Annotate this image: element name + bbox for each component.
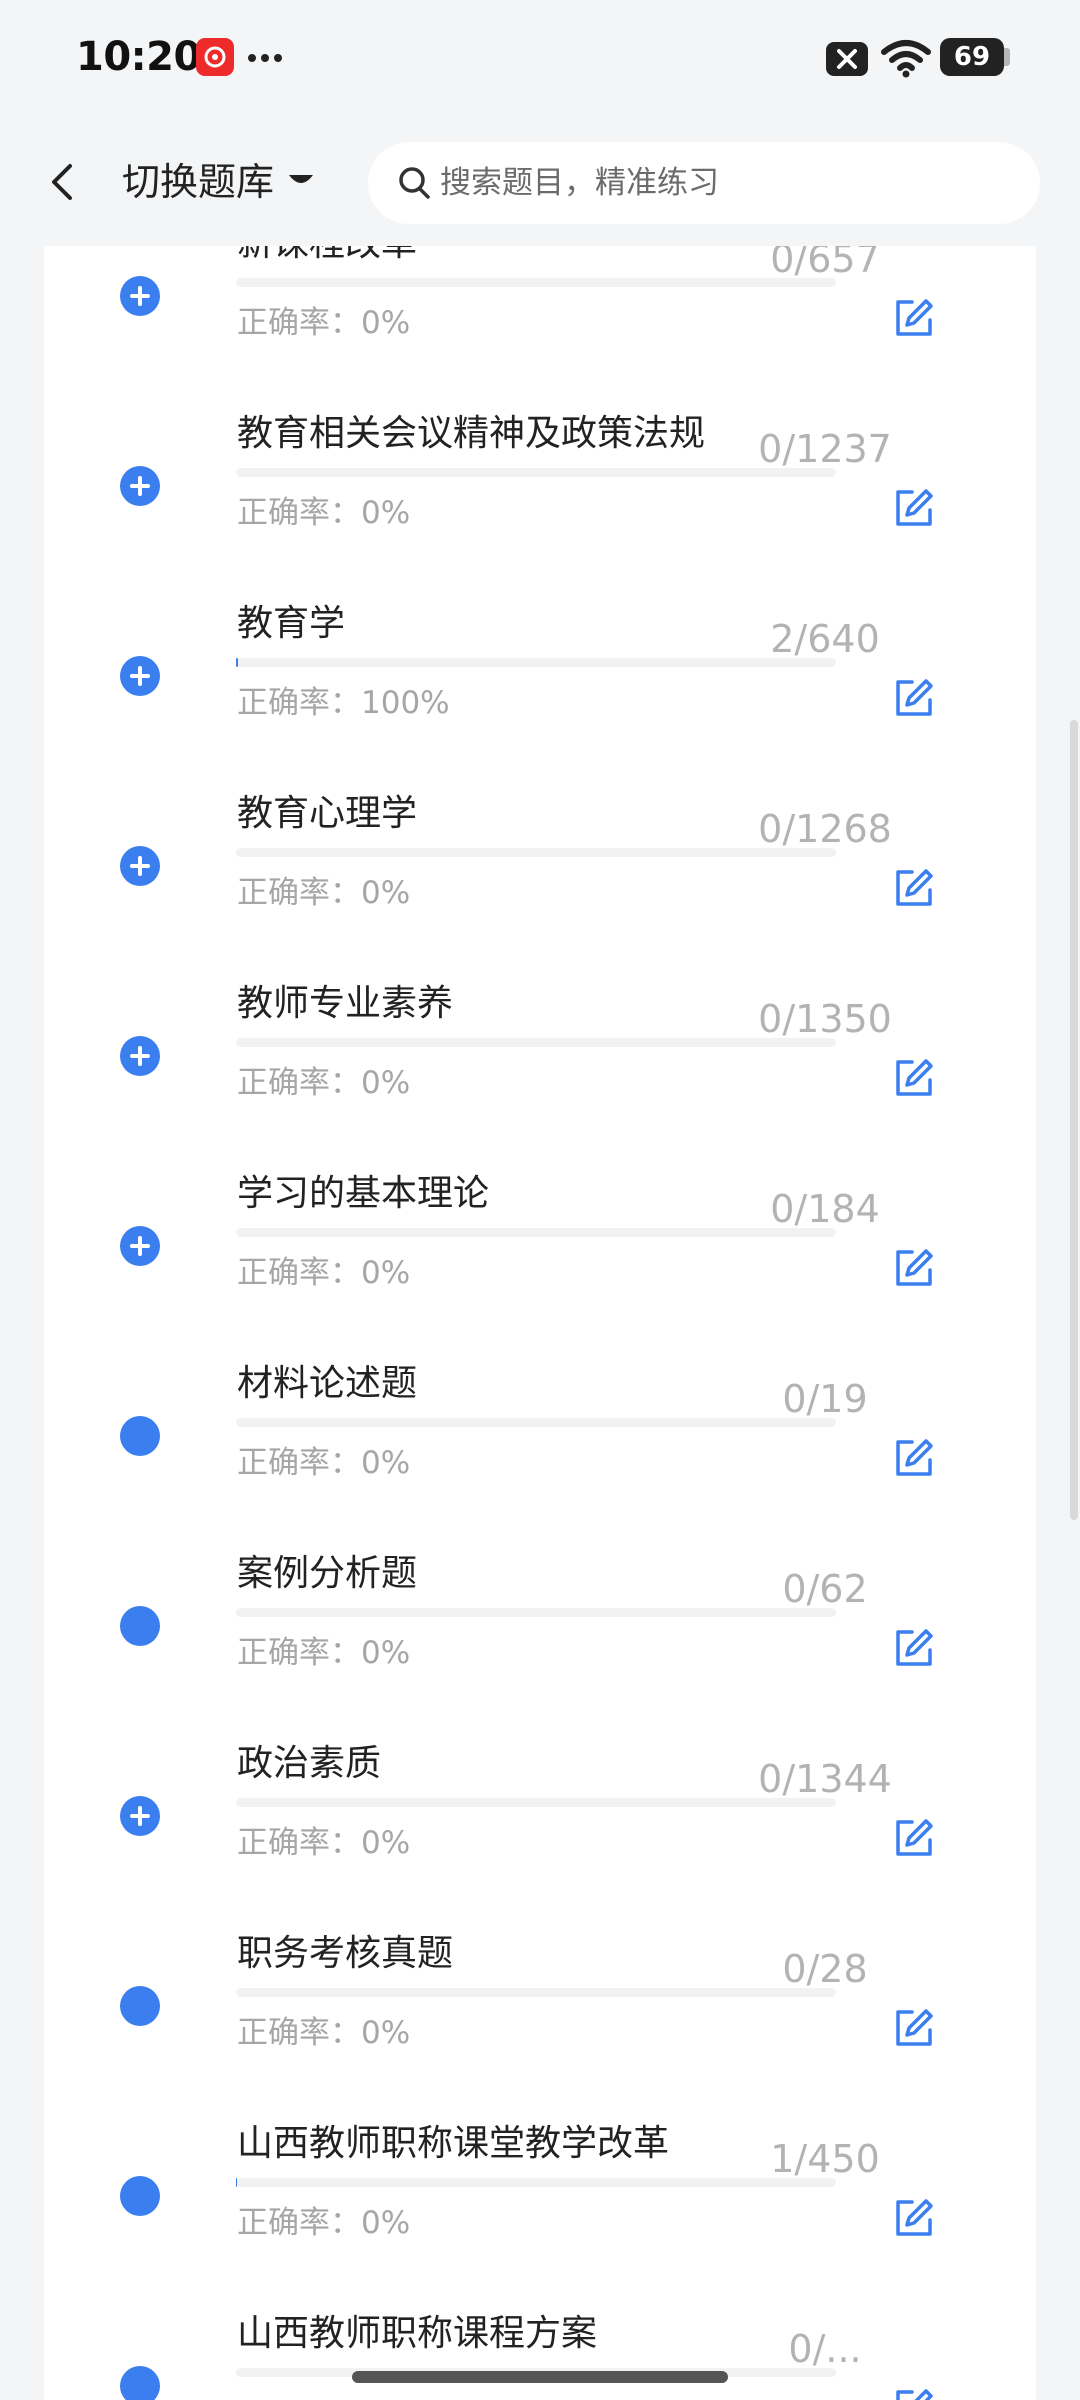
edit-practice-icon[interactable] xyxy=(892,2386,936,2400)
question-count: 0/1350 xyxy=(758,997,892,1041)
more-notifications-icon xyxy=(248,54,284,64)
item-title: 教师专业素养 xyxy=(237,983,454,1024)
status-bar: 10:20 69 xyxy=(0,0,1080,118)
question-count: 0/62 xyxy=(782,1567,868,1611)
dot-bullet-icon xyxy=(120,2176,160,2216)
expand-plus-icon[interactable] xyxy=(120,276,160,316)
accuracy-text: 正确率：100% xyxy=(237,685,450,721)
list-item[interactable]: 教育相关会议精神及政策法规正确率：0% 0/1237 xyxy=(44,384,1036,574)
accuracy-text: 正确率：0% xyxy=(237,305,411,341)
question-count: 0/19 xyxy=(782,1377,868,1421)
edit-practice-icon[interactable] xyxy=(892,296,936,340)
item-title: 山西教师职称课程方案 xyxy=(237,2313,598,2354)
back-arrow-icon[interactable] xyxy=(38,152,88,212)
edit-practice-icon[interactable] xyxy=(892,676,936,720)
edit-practice-icon[interactable] xyxy=(892,2006,936,2050)
progress-fill xyxy=(236,2178,237,2187)
wifi-icon xyxy=(880,38,932,78)
expand-plus-icon[interactable] xyxy=(120,846,160,886)
question-count: 1/450 xyxy=(770,2137,880,2181)
question-count: 0/657 xyxy=(770,246,880,281)
question-count: 0/28 xyxy=(782,1947,868,1991)
list-item[interactable]: 学习的基本理论正确率：0% 0/184 xyxy=(44,1144,1036,1334)
item-title: 教育心理学 xyxy=(237,793,418,834)
search-icon xyxy=(396,164,434,202)
battery-level: 69 xyxy=(953,42,991,72)
list-item[interactable]: 案例分析题正确率：0% 0/62 xyxy=(44,1524,1036,1714)
switch-question-bank-button[interactable]: 切换题库 xyxy=(122,156,274,208)
edit-practice-icon[interactable] xyxy=(892,486,936,530)
scrollbar-thumb[interactable] xyxy=(1070,720,1078,1520)
question-count: 0/1268 xyxy=(758,807,892,851)
item-title: 材料论述题 xyxy=(237,1363,418,1404)
list-item[interactable]: 教育心理学正确率：0% 0/1268 xyxy=(44,764,1036,954)
expand-plus-icon[interactable] xyxy=(120,1796,160,1836)
edit-practice-icon[interactable] xyxy=(892,1436,936,1480)
item-title: 山西教师职称课堂教学改革 xyxy=(237,2123,670,2164)
home-indicator[interactable] xyxy=(352,2371,728,2383)
accuracy-text: 正确率：0% xyxy=(237,1635,411,1671)
battery-cap xyxy=(1004,48,1010,66)
accuracy-text: 正确率：0% xyxy=(237,875,411,911)
netease-music-icon xyxy=(196,38,234,76)
item-title: 学习的基本理论 xyxy=(237,1173,490,1214)
no-sim-icon xyxy=(826,42,868,76)
accuracy-text: 正确率：0% xyxy=(237,1065,411,1101)
question-count: 0/1237 xyxy=(758,427,892,471)
edit-practice-icon[interactable] xyxy=(892,1816,936,1860)
accuracy-text: 正确率：0% xyxy=(237,1825,411,1861)
item-title: 职务考核真题 xyxy=(237,1933,454,1974)
edit-practice-icon[interactable] xyxy=(892,1056,936,1100)
list-item[interactable]: 教育学正确率：100% 2/640 xyxy=(44,574,1036,764)
edit-practice-icon[interactable] xyxy=(892,866,936,910)
dot-bullet-icon xyxy=(120,1986,160,2026)
search-input[interactable]: 搜索题目，精准练习 xyxy=(368,142,1040,224)
accuracy-text: 正确率：0% xyxy=(237,495,411,531)
question-count: 0/1344 xyxy=(758,1757,892,1801)
caret-down-icon[interactable] xyxy=(286,170,316,194)
list-item[interactable]: 职务考核真题正确率：0% 0/28 xyxy=(44,1904,1036,2094)
edit-practice-icon[interactable] xyxy=(892,1246,936,1290)
item-title: 案例分析题 xyxy=(237,1553,418,1594)
list-item[interactable]: 教师专业素养正确率：0% 0/1350 xyxy=(44,954,1036,1144)
question-count: 0/... xyxy=(788,2327,862,2371)
question-count: 2/640 xyxy=(770,617,880,661)
question-bank-list: 新课程改革正确率：0%0/657教育相关会议精神及政策法规正确率：0%0/123… xyxy=(44,246,1036,2400)
battery-icon: 69 xyxy=(940,38,1004,76)
edit-practice-icon[interactable] xyxy=(892,1626,936,1670)
list-item[interactable]: 政治素质正确率：0% 0/1344 xyxy=(44,1714,1036,1904)
progress-fill xyxy=(236,658,238,667)
item-title: 政治素质 xyxy=(237,1743,382,1784)
status-time: 10:20 xyxy=(76,34,201,80)
expand-plus-icon[interactable] xyxy=(120,1226,160,1266)
dot-bullet-icon xyxy=(120,1416,160,1456)
list-item[interactable]: 材料论述题正确率：0% 0/19 xyxy=(44,1334,1036,1524)
expand-plus-icon[interactable] xyxy=(120,466,160,506)
expand-plus-icon[interactable] xyxy=(120,1036,160,1076)
accuracy-text: 正确率：0% xyxy=(237,2205,411,2241)
item-title: 新课程改革 xyxy=(237,246,417,268)
accuracy-text: 正确率：0% xyxy=(237,2015,411,2051)
search-placeholder: 搜索题目，精准练习 xyxy=(440,165,719,201)
accuracy-text: 正确率：0% xyxy=(237,1445,411,1481)
list-item[interactable]: 新课程改革正确率：0% 0/657 xyxy=(44,246,1036,384)
expand-plus-icon[interactable] xyxy=(120,656,160,696)
question-count: 0/184 xyxy=(770,1187,880,1231)
accuracy-text: 正确率：0% xyxy=(237,1255,411,1291)
item-title: 教育相关会议精神及政策法规 xyxy=(237,413,706,454)
top-header: 切换题库 搜索题目，精准练习 xyxy=(0,118,1080,246)
dot-bullet-icon xyxy=(120,2366,160,2400)
dot-bullet-icon xyxy=(120,1606,160,1646)
item-title: 教育学 xyxy=(237,603,346,644)
list-item[interactable]: 山西教师职称课堂教学改革正确率：0% 1/450 xyxy=(44,2094,1036,2284)
edit-practice-icon[interactable] xyxy=(892,2196,936,2240)
